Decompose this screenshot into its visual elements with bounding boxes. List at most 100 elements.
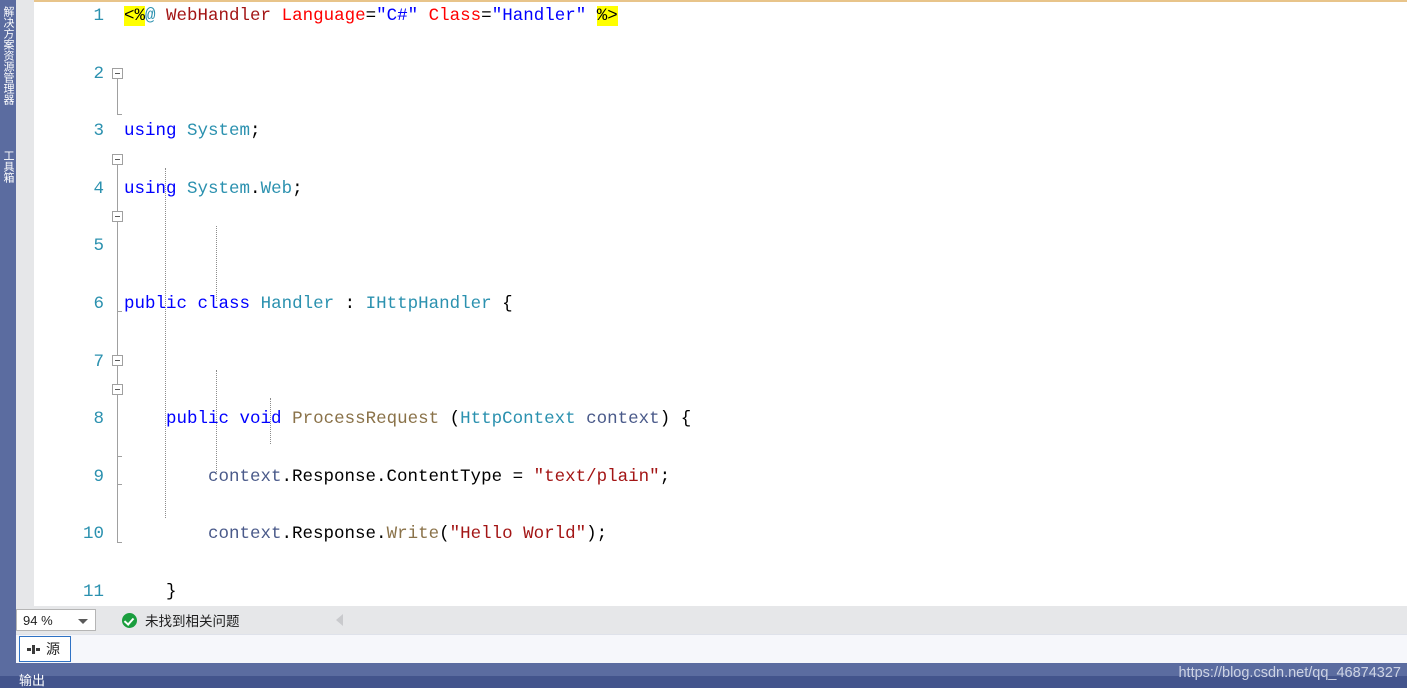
- indent-guide: [216, 226, 217, 301]
- code-line-text: }: [124, 578, 177, 606]
- code-token: using: [124, 178, 177, 199]
- code-token: context: [208, 466, 282, 487]
- code-token: public: [124, 293, 188, 314]
- line-number: 5: [93, 236, 104, 257]
- indent-guide: [216, 370, 217, 474]
- code-token: ;: [659, 466, 671, 487]
- code-token: =: [481, 6, 492, 26]
- code-token: .Response.: [281, 524, 387, 545]
- left-dock-strip[interactable]: 解决方案资源管理器 工具箱: [0, 0, 16, 663]
- zoom-level-dropdown[interactable]: 94 %: [16, 609, 96, 631]
- code-token: System: [187, 121, 251, 142]
- dock-tab-solution-explorer[interactable]: 解决方案资源管理器: [0, 6, 16, 105]
- line-number: 7: [93, 351, 104, 372]
- code-token: <%: [124, 6, 146, 26]
- code-line-text: context.Response.Write("Hello World");: [124, 520, 607, 549]
- code-editor[interactable]: 1 <%@ WebHandler Language="C#" Class="Han…: [34, 2, 1407, 606]
- code-line-text: using System;: [124, 117, 261, 146]
- code-token: Web: [260, 178, 293, 199]
- line-number: 11: [82, 581, 104, 602]
- indent-guide: [165, 168, 166, 518]
- editor-selection-margin[interactable]: [16, 0, 34, 606]
- code-token: Handler: [260, 293, 335, 314]
- code-token: public: [166, 409, 230, 430]
- code-token: using: [124, 121, 177, 142]
- status-message: 未找到相关问题: [145, 614, 240, 629]
- code-token: context: [586, 409, 660, 430]
- designer-view-bar: 源: [16, 634, 1407, 664]
- bottom-dock-tab-output[interactable]: 输出: [19, 670, 45, 689]
- code-token: .Response.ContentType =: [281, 466, 534, 487]
- code-line-text: <%@ WebHandler Language="C#" Class="Hand…: [124, 2, 618, 31]
- fold-toggle-icon[interactable]: [112, 154, 123, 165]
- code-line-text: context.Response.ContentType = "text/pla…: [124, 463, 670, 492]
- fold-toggle-icon[interactable]: [112, 68, 123, 79]
- fold-span-line: [117, 217, 118, 311]
- line-number: 3: [93, 121, 104, 142]
- code-token: class: [197, 293, 251, 314]
- line-number: 8: [93, 409, 104, 430]
- code-token: "Handler": [491, 6, 587, 26]
- fold-toggle-icon[interactable]: [112, 211, 123, 222]
- code-token: context: [208, 524, 282, 545]
- code-token: %>: [596, 6, 618, 26]
- code-token: =: [365, 6, 377, 26]
- code-token: Class: [428, 6, 482, 26]
- code-token: );: [586, 524, 608, 545]
- visual-studio-window: 解决方案资源管理器 工具箱 1 <%@ WebHandler Language="…: [0, 0, 1407, 688]
- dock-tab-toolbox[interactable]: 工具箱: [0, 150, 16, 183]
- code-token: }: [124, 581, 177, 602]
- fold-span-line: [117, 74, 118, 114]
- code-token: "text/plain": [533, 466, 660, 487]
- editor-status-bar: 94 % 未找到相关问题: [16, 606, 1407, 634]
- code-token: .: [250, 178, 261, 199]
- code-token: Language: [281, 6, 366, 26]
- fold-span-foot: [117, 542, 122, 543]
- code-token: ) {: [659, 409, 692, 430]
- check-circle-icon: [122, 612, 137, 628]
- line-number: 6: [93, 293, 104, 314]
- indent-guide: [270, 398, 271, 444]
- fold-span-foot: [117, 311, 122, 312]
- code-token: :: [334, 293, 366, 314]
- code-token: "Hello World": [449, 524, 587, 545]
- fold-toggle-icon[interactable]: [112, 355, 123, 366]
- line-number: 4: [93, 178, 104, 199]
- code-token: Write: [386, 524, 440, 545]
- code-token: void: [239, 409, 282, 430]
- code-token: (: [439, 524, 450, 545]
- watermark-url: https://blog.csdn.net/qq_46874327: [1178, 665, 1401, 681]
- fold-span-line: [117, 390, 118, 456]
- line-number: 2: [93, 63, 104, 84]
- code-token: System: [187, 178, 251, 199]
- fold-toggle-icon[interactable]: [112, 384, 123, 395]
- fold-span-foot: [117, 484, 122, 485]
- tab-source-view[interactable]: 源: [19, 636, 71, 662]
- fold-span-foot: [117, 456, 122, 457]
- code-line-text: public class Handler : IHttpHandler {: [124, 290, 513, 319]
- triangle-left-icon[interactable]: [335, 614, 343, 626]
- fold-span-foot: [117, 114, 122, 115]
- code-token: "C#": [376, 6, 419, 26]
- chevron-down-icon[interactable]: [78, 619, 88, 624]
- line-number: 9: [93, 466, 104, 487]
- code-token: IHttpHandler: [365, 293, 492, 314]
- code-token: {: [491, 293, 513, 314]
- code-token: WebHandler: [166, 6, 272, 26]
- code-token: HttpContext: [460, 409, 576, 430]
- split-view-icon: [27, 644, 40, 654]
- code-token: ProcessRequest: [292, 409, 440, 430]
- code-token: (: [439, 409, 461, 430]
